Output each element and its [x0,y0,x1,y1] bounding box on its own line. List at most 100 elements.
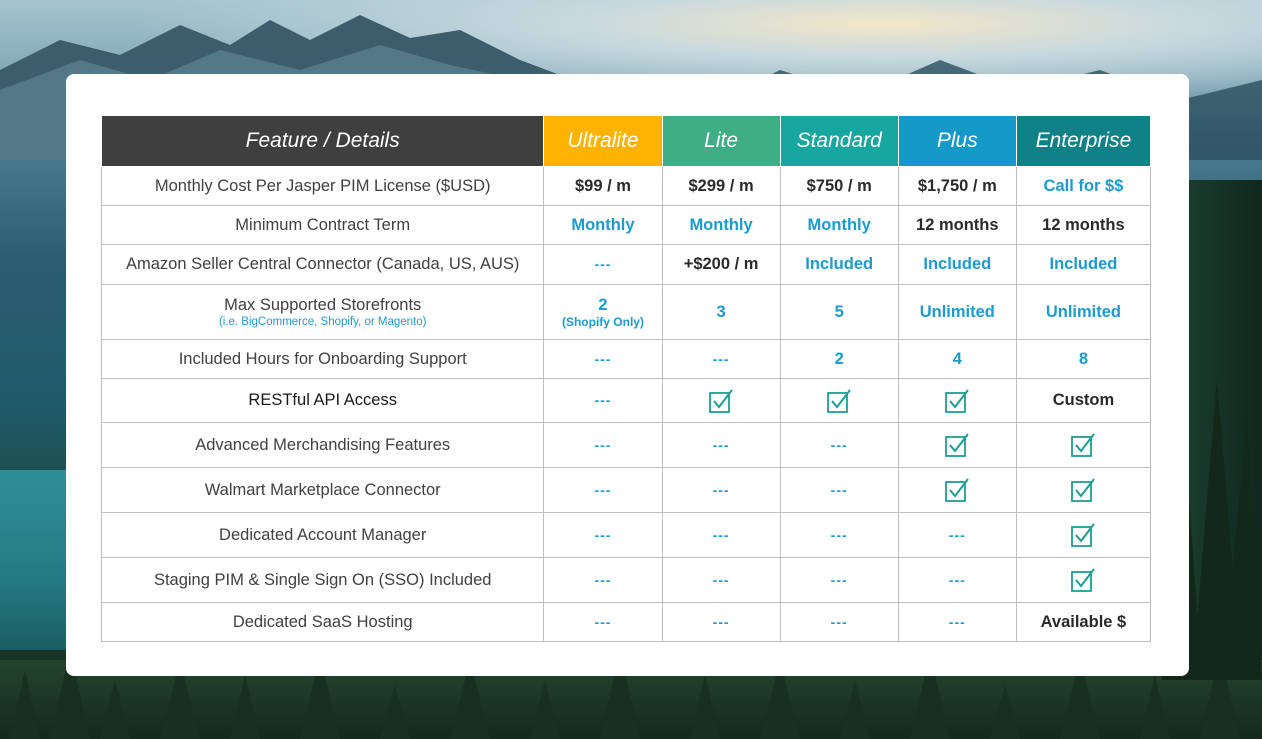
pricing-table: Feature / Details Ultralite Lite Standar… [100,115,1152,642]
enterprise-value-cell [1015,467,1152,513]
enterprise-value: Call for $$ [1043,176,1124,195]
feature-label: Amazon Seller Central Connector (Canada,… [125,255,520,273]
checkbox-checked-icon [1071,523,1096,547]
ultralite-value-cell: --- [543,339,663,379]
not-available-dash: --- [594,392,612,408]
plus-value-cell: Unlimited [897,284,1017,340]
enterprise-value: Custom [1052,391,1115,409]
lite-value-cell: --- [661,422,781,468]
ultralite-value-cell: 2 (Shopify Only) [543,284,663,340]
standard-value-cell: Included [779,244,899,285]
not-available-dash: --- [948,571,966,588]
table-row: Advanced Merchandising Features --- --- --- [100,422,1152,468]
enterprise-value-cell: Included [1015,244,1152,285]
lite-value-cell: +$200 / m [661,244,781,285]
lite-value-cell: $299 / m [661,166,781,206]
standard-value-cell: --- [779,467,899,513]
not-available-dash: --- [830,436,848,453]
feature-cell: Advanced Merchandising Features [100,422,545,468]
standard-value-cell: 2 [779,339,899,379]
checkbox-checked-icon [945,433,970,457]
feature-cell: Monthly Cost Per Jasper PIM License ($US… [100,166,545,206]
table-row: Max Supported Storefronts (i.e. BigCommer… [100,284,1152,340]
plus-value: Included [923,255,992,273]
enterprise-value: Included [1049,255,1118,273]
plus-value-cell: --- [897,512,1017,558]
standard-value-cell: 5 [779,284,899,340]
header-feature: Feature / Details [100,115,545,167]
enterprise-value-cell: 8 [1015,339,1152,379]
header-standard: Standard [779,115,899,167]
ultralite-value-cell: --- [543,422,663,468]
enterprise-value-cell: Available $ [1015,602,1152,642]
lite-value: Monthly [689,215,753,234]
enterprise-value-cell [1015,422,1152,468]
lite-value-cell: 3 [661,284,781,340]
feature-cell: Max Supported Storefronts (i.e. BigCommer… [100,284,545,340]
lite-value-cell: --- [661,339,781,379]
not-available-dash: --- [712,481,730,498]
enterprise-value: 12 months [1042,215,1125,234]
checkbox-checked-icon [1071,478,1096,502]
table-row: Walmart Marketplace Connector --- --- --- [100,467,1152,513]
not-available-dash: --- [830,613,848,630]
header-plus: Plus [897,115,1017,167]
enterprise-value: Available $ [1040,612,1127,631]
header-enterprise: Enterprise [1015,115,1152,167]
enterprise-value-cell: Custom [1015,378,1152,423]
table-row: Dedicated Account Manager --- --- --- --- [100,512,1152,558]
ultralite-value: Monthly [571,215,635,234]
ultralite-value-cell: $99 / m [543,166,663,206]
not-available-dash: --- [594,256,612,272]
plus-value-cell: --- [897,557,1017,603]
ultralite-value: 2 [598,295,608,314]
enterprise-value-cell [1015,512,1152,558]
table-row: Amazon Seller Central Connector (Canada,… [100,244,1152,285]
lite-value: 3 [716,302,726,321]
feature-cell: Amazon Seller Central Connector (Canada,… [100,244,545,285]
not-available-dash: --- [712,613,730,630]
checkbox-checked-icon [945,388,970,413]
not-available-dash: --- [712,350,730,367]
feature-label: Max Supported Storefronts [224,296,422,314]
enterprise-value-cell [1015,557,1152,603]
checkbox-checked-icon [945,478,970,502]
checkbox-checked-icon [709,388,733,413]
plus-value-cell: Included [897,244,1017,285]
standard-value-cell: --- [779,602,899,642]
not-available-dash: --- [594,436,612,453]
table-row: Included Hours for Onboarding Support ---… [100,339,1152,379]
feature-label: Dedicated SaaS Hosting [232,612,413,631]
feature-label: Included Hours for Onboarding Support [178,349,467,368]
pricing-rows: Monthly Cost Per Jasper PIM License ($US… [100,166,1152,642]
table-row: Dedicated SaaS Hosting --- --- --- --- Availa… [100,602,1152,642]
standard-value: $750 / m [806,176,872,195]
enterprise-value: Unlimited [1045,302,1121,321]
plus-value: 12 months [916,215,999,234]
lite-value-cell [661,378,781,423]
feature-label: Advanced Merchandising Features [195,435,451,454]
plus-value: 4 [952,349,962,368]
pricing-card: Feature / Details Ultralite Lite Standar… [66,74,1189,676]
plus-value-cell: $1,750 / m [897,166,1017,206]
lite-value: $299 / m [688,176,754,195]
feature-label: RESTful API Access [248,391,397,409]
feature-sublabel: (i.e. BigCommerce, Shopify, or Magento) [218,316,427,328]
feature-cell: Minimum Contract Term [100,205,545,245]
table-row: RESTful API Access --- Custom [100,378,1152,423]
enterprise-value: 8 [1078,349,1089,368]
header-lite: Lite [661,115,781,167]
standard-value-cell: Monthly [779,205,899,245]
table-row: Monthly Cost Per Jasper PIM License ($US… [100,166,1152,206]
not-available-dash: --- [830,571,848,588]
not-available-dash: --- [948,613,966,630]
plus-value-cell [897,422,1017,468]
not-available-dash: --- [830,481,848,498]
checkbox-checked-icon [1071,568,1096,592]
standard-value: Included [805,255,874,273]
not-available-dash: --- [594,481,612,498]
standard-value: 2 [834,349,844,368]
feature-label: Minimum Contract Term [235,215,411,234]
plus-value: Unlimited [919,302,995,321]
lite-value-cell: --- [661,467,781,513]
